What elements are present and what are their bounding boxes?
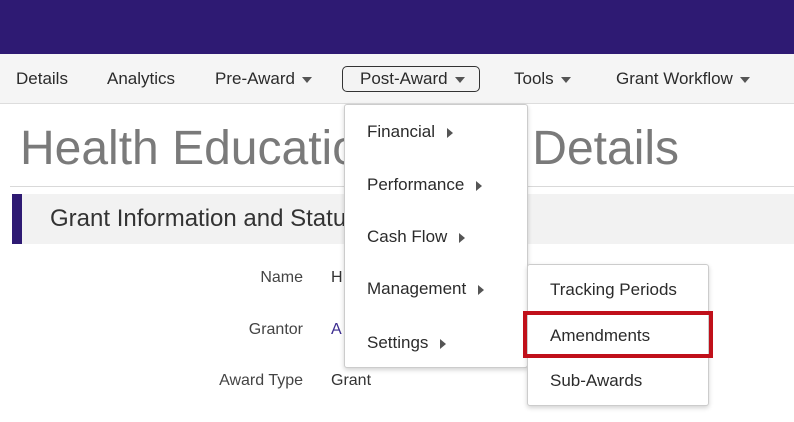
section-title: Grant Information and Status — [50, 205, 359, 232]
menu-item-financial[interactable]: Financial — [367, 121, 454, 143]
menu-item-performance[interactable]: Performance — [367, 174, 483, 196]
submenu-item-sub-awards[interactable]: Sub-Awards — [550, 370, 642, 392]
menu-item-cash-flow[interactable]: Cash Flow — [367, 226, 466, 248]
nav-pre-award[interactable]: Pre-Award — [215, 66, 312, 92]
menu-item-settings-label: Settings — [367, 333, 429, 352]
field-value-award-type: Grant — [331, 372, 372, 389]
field-label-grantor: Grantor — [248, 321, 303, 338]
nav-grant-workflow[interactable]: Grant Workflow — [616, 66, 750, 92]
field-label-name: Name — [260, 269, 303, 286]
nav-grant-workflow-label: Grant Workflow — [616, 69, 733, 88]
field-value-grantor[interactable]: A — [331, 320, 342, 340]
nav-details-label: Details — [16, 69, 68, 88]
post-award-dropdown: Financial Performance Cash Flow Manageme… — [344, 104, 528, 368]
chevron-right-icon — [459, 232, 466, 243]
menu-item-cash-flow-label: Cash Flow — [367, 227, 448, 246]
main-nav: Details Analytics Pre-Award Post-Award T… — [0, 54, 794, 104]
nav-tools-label: Tools — [514, 69, 554, 88]
amendments-highlight-box — [523, 311, 713, 358]
field-label-award-type: Award Type — [219, 372, 303, 389]
nav-tools[interactable]: Tools — [514, 66, 571, 92]
chevron-right-icon — [440, 338, 447, 349]
menu-item-performance-label: Performance — [367, 175, 465, 194]
chevron-down-icon — [739, 76, 750, 83]
menu-item-management-label: Management — [367, 279, 467, 298]
menu-item-financial-label: Financial — [367, 122, 436, 141]
chevron-right-icon — [478, 284, 485, 295]
nav-analytics[interactable]: Analytics — [107, 66, 175, 92]
top-banner — [0, 0, 794, 54]
menu-item-management[interactable]: Management — [367, 278, 485, 300]
field-value-name: H — [331, 269, 343, 286]
nav-analytics-label: Analytics — [107, 69, 176, 88]
nav-post-award-label: Post-Award — [360, 69, 448, 88]
chevron-down-icon — [454, 76, 465, 83]
submenu-item-tracking-periods[interactable]: Tracking Periods — [550, 279, 677, 301]
nav-pre-award-label: Pre-Award — [215, 69, 295, 88]
chevron-right-icon — [447, 127, 454, 138]
chevron-down-icon — [302, 76, 312, 83]
nav-post-award[interactable]: Post-Award — [342, 66, 480, 92]
chevron-right-icon — [476, 180, 483, 191]
menu-item-settings[interactable]: Settings — [367, 332, 447, 354]
chevron-down-icon — [560, 76, 571, 83]
nav-details[interactable]: Details — [16, 66, 68, 92]
